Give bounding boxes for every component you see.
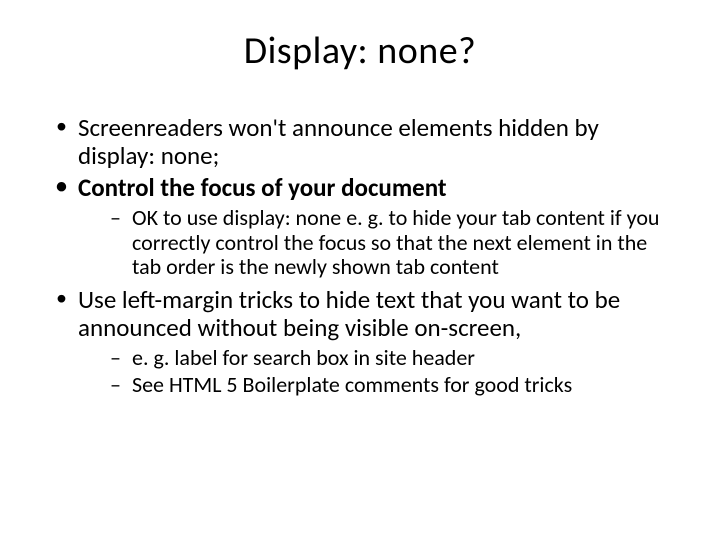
sub-bullet-text: OK to use display: none e. g. to hide yo…	[132, 204, 659, 280]
bullet-text: Screenreaders won't announce elements hi…	[78, 112, 599, 171]
sub-bullet-item: e. g. label for search box in site heade…	[108, 346, 670, 371]
sub-bullet-text: See HTML 5 Boilerplate comments for good…	[132, 371, 572, 398]
sub-bullet-item: OK to use display: none e. g. to hide yo…	[108, 206, 670, 280]
bullet-item: Use left-margin tricks to hide text that…	[50, 286, 670, 397]
slide-title: Display: none?	[50, 28, 670, 74]
bullet-list: Screenreaders won't announce elements hi…	[50, 114, 670, 397]
bullet-text: Control the focus of your document	[78, 172, 447, 203]
sub-bullet-item: See HTML 5 Boilerplate comments for good…	[108, 373, 670, 398]
bullet-item: Control the focus of your document OK to…	[50, 174, 670, 280]
bullet-text: Use left-margin tricks to hide text that…	[78, 284, 620, 343]
sub-bullet-text: e. g. label for search box in site heade…	[132, 344, 475, 371]
bullet-item: Screenreaders won't announce elements hi…	[50, 114, 670, 170]
sub-bullet-list: OK to use display: none e. g. to hide yo…	[78, 206, 670, 280]
sub-bullet-list: e. g. label for search box in site heade…	[78, 346, 670, 397]
